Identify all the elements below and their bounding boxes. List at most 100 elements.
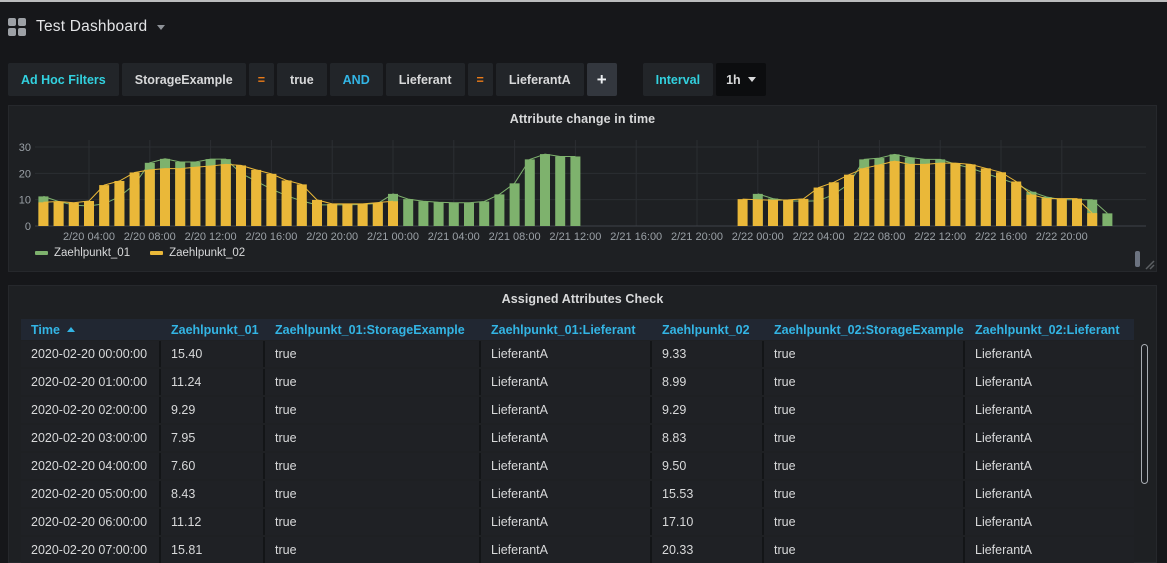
table-row: 2020-02-20 00:00:0015.40trueLieferantA9.… [21, 341, 1134, 367]
dashboard-title[interactable]: Test Dashboard [36, 18, 147, 36]
svg-text:2/21 16:00: 2/21 16:00 [610, 231, 662, 243]
add-filter-button[interactable]: + [587, 63, 617, 96]
grafana-dashboard: Test Dashboard Ad Hoc Filters StorageExa… [0, 0, 1167, 563]
svg-text:2/20 20:00: 2/20 20:00 [306, 231, 358, 243]
column-header-zaehlpunkt-02-lieferant[interactable]: Zaehlpunkt_02:Lieferant [965, 319, 1134, 340]
column-header-zaehlpunkt-01[interactable]: Zaehlpunkt_01 [161, 319, 265, 340]
table-row: 2020-02-20 05:00:008.43trueLieferantA15.… [21, 481, 1134, 507]
svg-text:2/22 04:00: 2/22 04:00 [793, 231, 845, 243]
table-row: 2020-02-20 02:00:009.29trueLieferantA9.2… [21, 397, 1134, 423]
interval-label: Interval [643, 63, 713, 96]
table-cell: LieferantA [481, 425, 652, 451]
panel-resize-handle[interactable] [1145, 260, 1155, 270]
table-cell: true [764, 425, 965, 451]
chart-panel: 01020302/20 04:002/20 08:002/20 12:002/2… [8, 105, 1157, 272]
table-cell: LieferantA [965, 481, 1134, 507]
svg-text:2/20 04:00: 2/20 04:00 [63, 231, 115, 243]
table-cell: 2020-02-20 06:00:00 [21, 509, 161, 535]
table-body: 2020-02-20 00:00:0015.40trueLieferantA9.… [21, 341, 1134, 563]
svg-text:10: 10 [19, 195, 31, 207]
filter-operator-chip[interactable]: = [468, 63, 493, 96]
table-cell: LieferantA [965, 509, 1134, 535]
svg-text:2/21 20:00: 2/21 20:00 [671, 231, 723, 243]
svg-text:2/21 08:00: 2/21 08:00 [489, 231, 541, 243]
svg-text:2/22 20:00: 2/22 20:00 [1036, 231, 1088, 243]
table-cell: LieferantA [965, 397, 1134, 423]
series-color-swatch [35, 251, 48, 255]
table-cell: 2020-02-20 05:00:00 [21, 481, 161, 507]
table-cell: true [764, 369, 965, 395]
table-cell: 2020-02-20 04:00:00 [21, 453, 161, 479]
column-header-zaehlpunkt-02[interactable]: Zaehlpunkt_02 [652, 319, 764, 340]
column-header-time[interactable]: Time [21, 319, 161, 340]
dashboard-grid-icon[interactable] [8, 18, 26, 36]
table-cell: 7.60 [161, 453, 265, 479]
svg-text:20: 20 [19, 168, 31, 180]
table-cell: true [265, 453, 481, 479]
chart-panel-scrollbar[interactable] [1135, 251, 1140, 267]
column-header-zaehlpunkt-01-storageexample[interactable]: Zaehlpunkt_01:StorageExample [265, 319, 481, 340]
table-cell: 9.33 [652, 341, 764, 367]
svg-text:30: 30 [19, 142, 31, 154]
table-cell: LieferantA [965, 341, 1134, 367]
column-header-zaehlpunkt-01-lieferant[interactable]: Zaehlpunkt_01:Lieferant [481, 319, 652, 340]
table-cell: 11.24 [161, 369, 265, 395]
chart-legend: Zaehlpunkt_01 Zaehlpunkt_02 [35, 247, 245, 259]
table-cell: true [764, 481, 965, 507]
filter-value-chip[interactable]: true [277, 63, 327, 96]
table-cell: 2020-02-20 01:00:00 [21, 369, 161, 395]
table-cell: true [265, 341, 481, 367]
navbar: Test Dashboard [8, 10, 165, 44]
table-cell: LieferantA [481, 341, 652, 367]
table-cell: true [265, 397, 481, 423]
filter-key-chip[interactable]: StorageExample [122, 63, 246, 96]
table-cell: true [265, 537, 481, 563]
table-header-row: TimeZaehlpunkt_01Zaehlpunkt_01:StorageEx… [21, 319, 1134, 340]
table-cell: LieferantA [481, 509, 652, 535]
filter-value-chip[interactable]: LieferantA [496, 63, 584, 96]
table-cell: 11.12 [161, 509, 265, 535]
interval-select[interactable]: 1h [716, 63, 766, 96]
table-cell: 9.29 [652, 397, 764, 423]
table-panel-title[interactable]: Assigned Attributes Check [9, 292, 1156, 306]
column-header-zaehlpunkt-02-storageexample[interactable]: Zaehlpunkt_02:StorageExample [764, 319, 965, 340]
svg-text:2/20 08:00: 2/20 08:00 [124, 231, 176, 243]
svg-text:2/21 00:00: 2/21 00:00 [367, 231, 419, 243]
table-cell: LieferantA [965, 537, 1134, 563]
filter-operator-chip[interactable]: = [249, 63, 274, 96]
table-cell: LieferantA [481, 537, 652, 563]
table-cell: true [265, 509, 481, 535]
svg-text:2/22 00:00: 2/22 00:00 [732, 231, 784, 243]
top-border [0, 0, 1167, 2]
table-scrollbar[interactable] [1141, 344, 1148, 484]
chevron-down-icon[interactable] [157, 25, 165, 30]
chart-panel-title[interactable]: Attribute change in time [9, 112, 1156, 126]
table-cell: LieferantA [481, 397, 652, 423]
table-cell: 9.29 [161, 397, 265, 423]
legend-item-zaehlpunkt-01[interactable]: Zaehlpunkt_01 [35, 247, 130, 259]
svg-text:2/20 16:00: 2/20 16:00 [245, 231, 297, 243]
table-row: 2020-02-20 07:00:0015.81trueLieferantA20… [21, 537, 1134, 563]
table-cell: 17.10 [652, 509, 764, 535]
table-cell: 2020-02-20 02:00:00 [21, 397, 161, 423]
svg-text:2/21 04:00: 2/21 04:00 [428, 231, 480, 243]
chevron-down-icon [748, 77, 756, 82]
filter-bar: Ad Hoc Filters StorageExample = true AND… [8, 63, 769, 96]
table-cell: LieferantA [481, 453, 652, 479]
table-cell: LieferantA [481, 481, 652, 507]
table-cell: LieferantA [481, 369, 652, 395]
table-row: 2020-02-20 01:00:0011.24trueLieferantA8.… [21, 369, 1134, 395]
table-cell: 20.33 [652, 537, 764, 563]
filter-key-chip[interactable]: Lieferant [386, 63, 465, 96]
table-cell: true [265, 425, 481, 451]
table-cell: 15.53 [652, 481, 764, 507]
series-color-swatch [150, 251, 163, 255]
table-cell: 15.81 [161, 537, 265, 563]
table-cell: 8.83 [652, 425, 764, 451]
table-cell: true [265, 369, 481, 395]
filter-condition-chip[interactable]: AND [330, 63, 383, 96]
table-row: 2020-02-20 03:00:007.95trueLieferantA8.8… [21, 425, 1134, 451]
series-zaehlpunkt_02 [38, 161, 1097, 226]
legend-item-zaehlpunkt-02[interactable]: Zaehlpunkt_02 [150, 247, 245, 259]
table-cell: LieferantA [965, 369, 1134, 395]
